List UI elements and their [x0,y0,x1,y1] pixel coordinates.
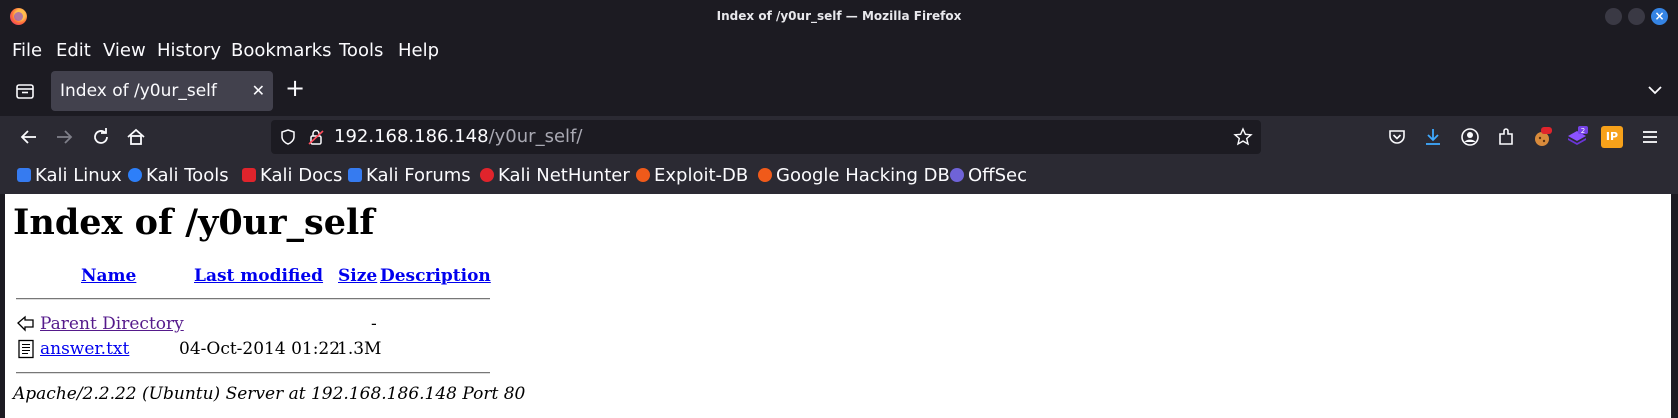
menu-tools[interactable]: Tools [339,40,383,61]
back-arrow-icon [17,315,34,332]
bookmark-label: Kali Linux [35,165,122,186]
menu-bookmarks[interactable]: Bookmarks [231,40,332,61]
cookie-extension-icon[interactable] [1530,125,1554,149]
menu-bar: File Edit View History Bookmarks Tools H… [0,34,1678,66]
reload-icon[interactable] [89,125,113,149]
table-divider-top [16,298,490,300]
kali-dragon-icon [17,168,31,182]
home-icon[interactable] [124,125,148,149]
url-path: /y0ur_self/ [488,126,583,147]
bookmark-kali-nethunter[interactable]: Kali NetHunter [480,165,630,186]
bookmark-label: Kali NetHunter [498,165,630,186]
extensions-icon[interactable] [1494,125,1518,149]
bookmark-kali-tools[interactable]: Kali Tools [128,165,229,186]
back-arrow-icon[interactable] [17,125,41,149]
url-host: 192.168.186.148 [334,126,489,147]
bookmarks-toolbar: Kali Linux Kali Tools Kali Docs Kali For… [0,158,1678,194]
navigation-toolbar: 192.168.186.148/y0ur_self/ 2 IP [0,116,1678,158]
exploit-db-icon [636,168,650,182]
column-header-name[interactable]: Name [81,266,136,286]
table-cell-last-modified: 04-Oct-2014 01:22 [179,339,341,359]
table-cell-size: - [371,314,377,334]
new-tab-button[interactable]: + [285,76,305,100]
tracking-shield-icon[interactable] [279,128,297,146]
menu-help[interactable]: Help [398,40,439,61]
page-content: Index of /y0ur_self Name Last modified S… [5,194,1671,418]
bookmark-label: Kali Tools [146,165,229,186]
bookmark-offsec[interactable]: OffSec [950,165,1027,186]
bookmark-kali-docs[interactable]: Kali Docs [242,165,342,186]
table-cell-size: 1.3M [337,339,382,359]
column-header-size[interactable]: Size [338,266,377,286]
answer-txt-link[interactable]: answer.txt [40,339,129,359]
kali-forums-icon [348,168,362,182]
bookmark-star-icon[interactable] [1233,127,1253,147]
nethunter-icon [480,168,494,182]
bookmark-exploit-db[interactable]: Exploit-DB [636,165,748,186]
title-bar: Index of /y0ur_self — Mozilla Firefox × [0,0,1678,34]
account-icon[interactable] [1458,125,1482,149]
bookmark-google-hacking-db[interactable]: Google Hacking DB [758,165,950,186]
ghdb-icon [758,168,772,182]
offsec-icon [950,168,964,182]
bookmark-kali-forums[interactable]: Kali Forums [348,165,471,186]
minimize-button[interactable] [1605,8,1622,25]
address-bar[interactable]: 192.168.186.148/y0ur_self/ [271,120,1261,154]
menu-file[interactable]: File [12,40,42,61]
maximize-button[interactable] [1628,8,1645,25]
pocket-icon[interactable] [1385,125,1409,149]
ip-extension-icon[interactable]: IP [1601,126,1623,148]
bookmark-label: OffSec [968,165,1027,186]
page-heading: Index of /y0ur_self [13,202,375,243]
close-window-button[interactable]: × [1651,8,1668,25]
hamburger-menu-icon[interactable] [1638,125,1662,149]
column-header-description[interactable]: Description [380,266,491,286]
insecure-lock-icon[interactable] [307,128,325,146]
text-file-icon [18,339,34,359]
foxyproxy-extension-icon[interactable]: 2 [1565,125,1589,149]
menu-view[interactable]: View [103,40,146,61]
kali-docs-icon [242,168,256,182]
bookmark-label: Kali Forums [366,165,471,186]
url-text[interactable]: 192.168.186.148/y0ur_self/ [334,126,582,147]
tab-index-y0ur-self[interactable]: Index of /y0ur_self ✕ [51,71,273,111]
table-divider-bottom [16,372,490,374]
parent-directory-link[interactable]: Parent Directory [40,314,184,334]
extension-badge: 2 [1581,127,1585,135]
forward-arrow-icon[interactable] [52,125,76,149]
server-signature: Apache/2.2.22 (Ubuntu) Server at 192.168… [13,384,526,404]
menu-edit[interactable]: Edit [56,40,91,61]
close-tab-icon[interactable]: ✕ [252,81,265,100]
bookmark-label: Google Hacking DB [776,165,950,186]
chevron-down-icon[interactable] [1645,80,1665,100]
bookmark-kali-linux[interactable]: Kali Linux [17,165,122,186]
tab-label: Index of /y0ur_self [60,81,217,101]
tab-strip: Index of /y0ur_self ✕ + [0,66,1678,116]
column-header-last-modified[interactable]: Last modified [194,266,323,286]
kali-tools-icon [128,168,142,182]
window-title: Index of /y0ur_self — Mozilla Firefox [716,9,962,23]
firefox-view-icon[interactable] [15,81,35,101]
bookmark-label: Kali Docs [260,165,343,186]
downloads-icon[interactable] [1421,125,1445,149]
menu-history[interactable]: History [157,40,221,61]
bookmark-label: Exploit-DB [654,165,749,186]
